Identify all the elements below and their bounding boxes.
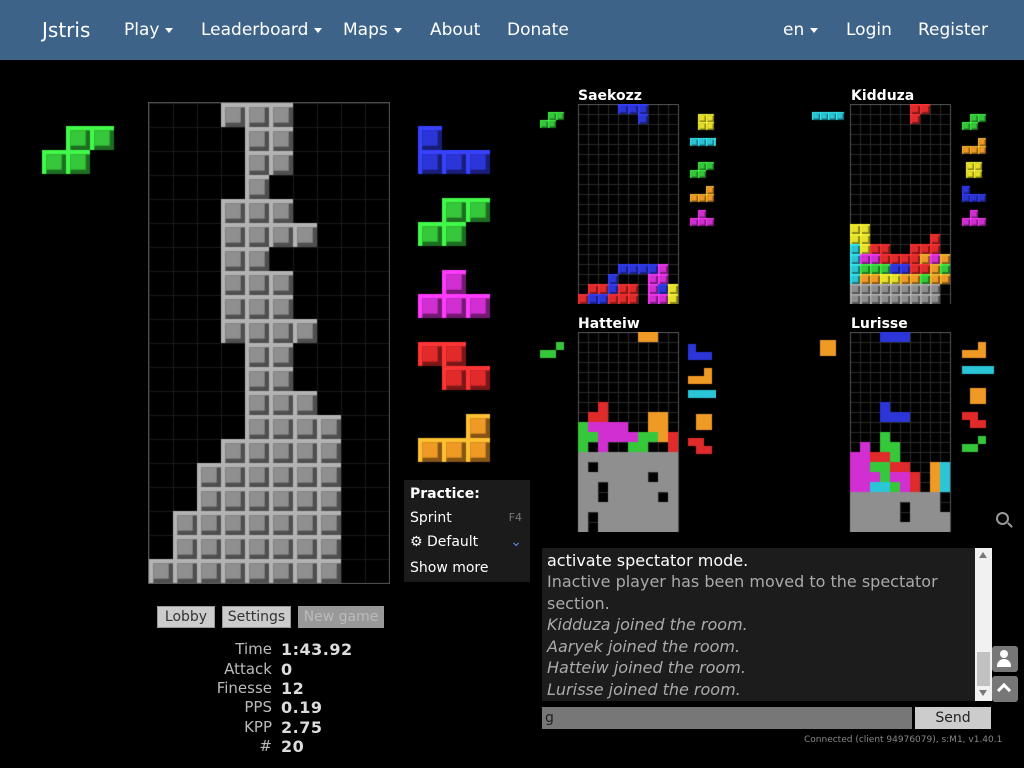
settings-button[interactable]: Settings xyxy=(222,606,291,628)
show-more-link[interactable]: Show more xyxy=(410,560,489,576)
chat-message: Lurisse joined the room. xyxy=(547,680,741,699)
nav-register[interactable]: Register xyxy=(918,20,988,40)
chat-scrollbar[interactable] xyxy=(975,548,992,701)
opponent-board xyxy=(536,332,716,532)
opponent-board xyxy=(536,104,716,304)
user-list-icon[interactable] xyxy=(992,646,1018,672)
stat-label: KPP xyxy=(244,718,272,736)
stat-label: Attack xyxy=(224,660,272,678)
chat-input[interactable]: g xyxy=(542,707,912,729)
default-mode-item[interactable]: ⚙ Default ⌄ xyxy=(410,534,524,550)
player-name: Saekozz xyxy=(578,88,642,104)
chat-message: Hatteiw joined the room. xyxy=(547,658,746,677)
nav-leaderboard[interactable]: Leaderboard xyxy=(201,20,323,40)
nav-about[interactable]: About xyxy=(430,20,480,40)
nav-donate[interactable]: Donate xyxy=(507,20,569,40)
chevron-down-icon xyxy=(165,27,174,33)
chat-message: Inactive player has been moved to the sp… xyxy=(547,572,938,591)
scrollbar-thumb[interactable] xyxy=(977,652,990,686)
chat-message: activate spectator mode. xyxy=(547,551,749,570)
new-game-button[interactable]: New game xyxy=(298,606,384,628)
stat-value: 2.75 xyxy=(281,718,323,737)
chat-message: Kidduza joined the room. xyxy=(547,615,748,634)
practice-title: Practice: xyxy=(410,486,480,502)
chevron-up-icon[interactable] xyxy=(992,676,1018,702)
stat-value: 0.19 xyxy=(281,698,323,717)
scroll-down-icon[interactable] xyxy=(979,690,987,696)
nav-maps-label: Maps xyxy=(343,20,388,40)
stat-value: 12 xyxy=(281,679,305,698)
stat-value: 20 xyxy=(281,737,305,756)
player-name: Kidduza xyxy=(851,88,915,104)
player-name: Hatteiw xyxy=(578,316,640,332)
nav-language-label: en xyxy=(783,20,805,40)
top-navbar: Jstris Play Leaderboard Maps About Donat… xyxy=(0,0,1024,60)
chat-message: Aaryek joined the room. xyxy=(547,637,741,656)
player-name: Lurisse xyxy=(851,316,908,332)
connection-status: Connected (client 94976079), s:M1, v1.40… xyxy=(804,735,1003,745)
brand-logo[interactable]: Jstris xyxy=(42,18,90,42)
stat-label: Finesse xyxy=(216,679,272,697)
lobby-button[interactable]: Lobby xyxy=(157,606,215,628)
chevron-down-icon: ⌄ xyxy=(510,534,522,550)
game-board[interactable] xyxy=(148,102,390,584)
practice-panel: Practice: Sprint F4 ⚙ Default ⌄ Show mor… xyxy=(404,480,530,582)
zoom-icon[interactable] xyxy=(995,511,1013,529)
chevron-down-icon xyxy=(810,27,819,33)
nav-leaderboard-label: Leaderboard xyxy=(201,20,309,40)
opponent-board xyxy=(810,332,995,532)
nav-play[interactable]: Play xyxy=(124,20,174,40)
stat-label: # xyxy=(259,737,272,755)
nav-play-label: Play xyxy=(124,20,160,40)
chat-log[interactable]: activate spectator mode. Inactive player… xyxy=(542,548,992,701)
default-label: Default xyxy=(427,534,479,550)
stat-label: PPS xyxy=(244,698,272,716)
stat-value: 1:43.92 xyxy=(281,640,353,659)
stat-label: Time xyxy=(235,640,272,658)
chat-message: section. xyxy=(547,594,610,613)
nav-language[interactable]: en xyxy=(783,20,819,40)
gear-icon: ⚙ xyxy=(410,534,423,550)
chevron-down-icon xyxy=(314,27,323,33)
stat-value: 0 xyxy=(281,660,293,679)
scroll-up-icon[interactable] xyxy=(979,552,987,558)
sprint-mode-item[interactable]: Sprint F4 xyxy=(410,510,524,526)
shortcut-hint: F4 xyxy=(508,511,522,524)
opponent-board xyxy=(810,104,995,304)
chevron-down-icon xyxy=(393,27,402,33)
next-queue xyxy=(416,124,496,474)
nav-login[interactable]: Login xyxy=(846,20,892,40)
sprint-label: Sprint xyxy=(410,510,452,526)
send-button[interactable]: Send xyxy=(915,707,991,729)
hold-piece xyxy=(40,124,120,180)
nav-maps[interactable]: Maps xyxy=(343,20,402,40)
